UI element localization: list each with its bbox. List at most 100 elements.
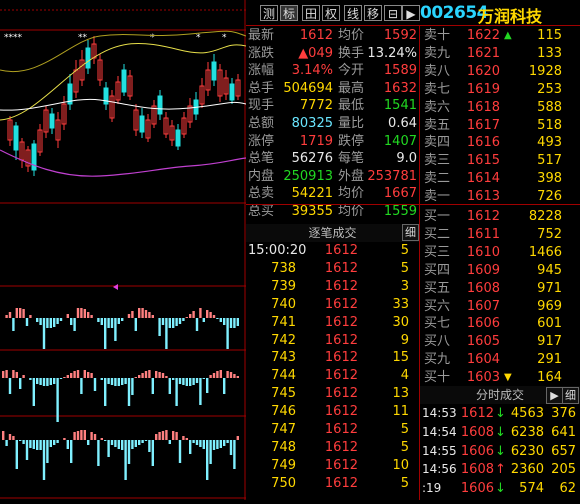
tick-row[interactable]: 749 1612 10 [246, 456, 419, 475]
histogram-bar [124, 440, 127, 480]
candle-body [175, 129, 181, 147]
histogram-bar [192, 440, 195, 443]
candle-body [121, 69, 127, 93]
tick-count: 3 [400, 278, 409, 294]
tick-row[interactable]: 738 1612 5 [246, 259, 419, 278]
toolbar-button-2[interactable]: 田 [302, 5, 320, 21]
histogram-bar [22, 375, 25, 378]
tick-row[interactable]: 745 1612 13 [246, 384, 419, 403]
tick-count: 11 [392, 404, 409, 420]
histogram-bar [49, 318, 52, 328]
toolbar-button-4[interactable]: 线 [344, 5, 362, 21]
minute-row[interactable]: :19 1606 ↓ 574 62 [422, 479, 580, 498]
minute-count: 376 [551, 406, 576, 421]
histogram-bar [110, 318, 114, 328]
level-label: 买九 [424, 352, 451, 368]
histogram-bar [114, 378, 117, 386]
toolbar-button-0[interactable]: 测 [260, 5, 278, 21]
histogram-bar [66, 440, 69, 449]
kline-chart[interactable]: **** ** * * * [0, 0, 247, 500]
order-book-row[interactable]: 卖四 1616 493 [422, 133, 580, 152]
minute-price: 1608 [460, 424, 494, 440]
order-book-row[interactable]: 买九 1604 291 [422, 350, 580, 369]
histogram-bar [49, 440, 52, 447]
tick-row[interactable]: 1612 5 [246, 241, 419, 260]
order-book-row[interactable]: 买一 1612 8228 [422, 207, 580, 226]
histogram-bar [182, 318, 185, 321]
histogram-bar [199, 308, 202, 318]
candle-body [139, 115, 145, 133]
order-book-row[interactable]: 买五 1608 971 [422, 279, 580, 298]
order-book-row[interactable]: 卖五 1617 518 [422, 116, 580, 135]
tick-row[interactable]: 741 1612 30 [246, 313, 419, 332]
order-book-row[interactable]: 卖八 1620 1928 [422, 62, 580, 81]
quote-row: 涨停 1719 跌停 1407 [246, 132, 419, 151]
histogram-bar [175, 318, 178, 326]
minute-play-button[interactable]: ▶ [546, 387, 563, 404]
order-book-row[interactable]: 买二 1611 752 [422, 225, 580, 244]
tick-row[interactable]: 750 1612 5 [246, 474, 419, 493]
tick-row[interactable]: 747 1612 5 [246, 420, 419, 439]
histogram-bar [144, 371, 148, 378]
histogram-bar [110, 440, 114, 445]
order-book-row[interactable]: 买七 1606 601 [422, 314, 580, 333]
minute-row[interactable]: 14:53 1612 ↓ 4563 376 [422, 404, 580, 423]
minute-row[interactable]: 14:54 1608 ↓ 6238 641 [422, 423, 580, 442]
histogram-bar [76, 431, 80, 440]
tick-row[interactable]: 748 1612 5 [246, 438, 419, 457]
order-book-row[interactable]: 卖二 1614 398 [422, 169, 580, 188]
histogram-bar [87, 440, 90, 445]
histogram-bar [39, 440, 42, 450]
kline-chart-area[interactable]: **** ** * * * [0, 0, 247, 500]
order-book-row[interactable]: 卖七 1619 253 [422, 80, 580, 99]
histogram-bar [148, 370, 151, 378]
toolbar-button-1[interactable]: 标 [280, 5, 298, 21]
histogram-bar [223, 440, 226, 446]
histogram-bar [73, 371, 76, 378]
level-volume: 398 [537, 171, 562, 187]
histogram-bar [202, 440, 205, 449]
toolbar-button-5[interactable]: 移 [364, 5, 382, 21]
tick-price: 1612 [324, 314, 358, 330]
histogram-bar [53, 318, 56, 327]
histogram-bar [42, 440, 46, 480]
histogram-bar [53, 440, 56, 445]
minute-row[interactable]: 14:55 1606 ↓ 6230 657 [422, 442, 580, 461]
order-book-row[interactable]: 买十 1603 ▼ 164 [422, 368, 580, 387]
order-book-row[interactable]: 买三 1610 1466 [422, 243, 580, 262]
histogram-bar [121, 318, 124, 321]
toolbar-button-3[interactable]: 权 [322, 5, 340, 21]
tick-row[interactable]: 739 1612 3 [246, 277, 419, 296]
histogram-bar [138, 440, 141, 445]
order-book-row[interactable]: 卖六 1618 588 [422, 98, 580, 117]
tick-count: 15 [392, 350, 409, 366]
order-book-row[interactable]: 买六 1607 969 [422, 297, 580, 316]
tick-row[interactable]: 740 1612 33 [246, 295, 419, 314]
tick-row[interactable]: 743 1612 15 [246, 348, 419, 367]
minute-row[interactable]: 14:56 1608 ↑ 2360 205 [422, 460, 580, 479]
tick-row[interactable]: 746 1612 11 [246, 402, 419, 421]
order-book-row[interactable]: 卖十 1622 ▲ 115 [422, 26, 580, 45]
order-book-row[interactable]: 买四 1609 945 [422, 261, 580, 280]
order-book-row[interactable]: 买八 1605 917 [422, 332, 580, 351]
histogram-bar [233, 318, 236, 328]
minute-detail-button[interactable]: 细 [562, 387, 579, 404]
tick-seq: 745 [271, 386, 296, 402]
order-book-row[interactable]: 卖三 1615 517 [422, 151, 580, 170]
tick-price: 1612 [324, 278, 358, 294]
histogram-bar [206, 440, 209, 480]
level-volume: 969 [537, 298, 562, 314]
histogram-bar [151, 315, 154, 318]
order-book-row[interactable]: 卖九 1621 133 [422, 44, 580, 63]
histogram-bar [19, 308, 22, 318]
level-label: 卖六 [424, 99, 451, 115]
level-volume: 291 [537, 352, 562, 368]
tick-row[interactable]: 744 1612 4 [246, 366, 419, 385]
tick-detail-button[interactable]: 细 [402, 224, 419, 241]
tick-row[interactable]: 742 1612 9 [246, 331, 419, 350]
histogram-bar [178, 378, 182, 384]
level-price: 1616 [466, 135, 500, 151]
quote-row: 内盘 250913 外盘 253781 [246, 167, 419, 186]
toolbar-button-6[interactable]: ⊟ [384, 5, 402, 21]
toolbar-button-7[interactable]: ▶ [402, 5, 420, 21]
